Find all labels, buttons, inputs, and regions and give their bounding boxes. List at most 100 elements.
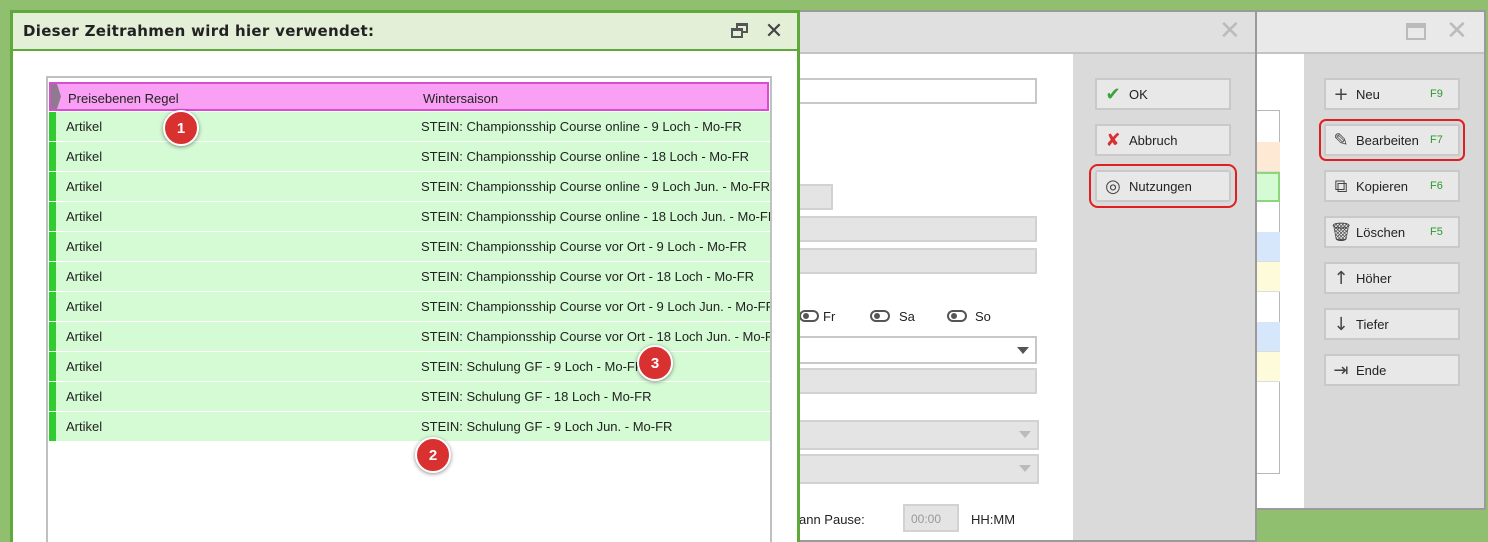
toggle-friday[interactable] (799, 310, 819, 322)
row-status-bar (49, 262, 56, 291)
shortcut-key: F9 (1430, 88, 1443, 100)
row-type-cell: Artikel (66, 179, 103, 194)
arrow-up-icon: ↑ (1333, 267, 1349, 289)
row-status-bar (49, 322, 56, 351)
day-label-saturday: Sa (899, 309, 915, 324)
row-type-cell: Artikel (66, 119, 103, 134)
row-type-cell: Artikel (66, 419, 103, 434)
row-type-cell: Artikel (66, 149, 103, 164)
table-row[interactable]: Artikel STEIN: Championsship Course vor O… (49, 292, 770, 322)
row-article-cell: STEIN: Schulung GF - 9 Loch Jun. - Mo-FR (421, 419, 673, 434)
articles-window-titlebar: ✕ (1250, 12, 1484, 54)
row-type-cell: Artikel (66, 299, 103, 314)
dropdown-select[interactable] (795, 336, 1037, 364)
row-status-bar (49, 172, 56, 201)
target-icon: ◎ (1105, 175, 1121, 197)
close-icon[interactable]: ✕ (1219, 16, 1241, 46)
row-article-cell: STEIN: Championsship Course online - 18 … (421, 209, 770, 224)
day-label-sunday: So (975, 309, 991, 324)
move-up-button[interactable]: ↑ Höher (1324, 262, 1460, 294)
row-type-cell: Artikel (66, 359, 103, 374)
row-article-cell: STEIN: Championsship Course online - 18 … (421, 149, 750, 164)
checkmark-icon: ✔ (1105, 83, 1121, 105)
new-button-label: Neu (1356, 86, 1380, 102)
ok-button[interactable]: ✔ OK (1095, 78, 1231, 110)
pause-unit-label: HH:MM (971, 512, 1016, 527)
chevron-down-icon (1019, 431, 1031, 438)
table-row[interactable]: Artikel STEIN: Championsship Course onlin… (49, 142, 770, 172)
row-status-bar (49, 382, 56, 411)
table-row[interactable]: Artikel STEIN: Schulung GF - 18 Loch - Mo… (49, 382, 770, 412)
table-row[interactable]: Artikel STEIN: Championsship Course onlin… (49, 112, 770, 142)
shortcut-key: F5 (1430, 226, 1443, 238)
restore-window-icon[interactable] (723, 15, 757, 47)
row-status-bar (49, 412, 56, 441)
trash-icon: 🗑 (1329, 221, 1353, 243)
move-down-button-label: Tiefer (1356, 316, 1389, 332)
text-field[interactable] (795, 216, 1037, 242)
dialog-title: Dieser Zeitrahmen wird hier verwendet: (23, 22, 375, 40)
row-article-cell: STEIN: Championsship Course vor Ort - 18… (421, 329, 770, 344)
row-status-bar (49, 202, 56, 231)
annotation-badge-3: 3 (637, 345, 673, 381)
exit-button[interactable]: ⇥ Ende (1324, 354, 1460, 386)
row-marker-icon (51, 84, 61, 109)
copy-button[interactable]: ⧉ Kopieren F6 (1324, 170, 1460, 202)
table-row[interactable]: Artikel STEIN: Championsship Course onlin… (49, 202, 770, 232)
usages-dialog-titlebar: Dieser Zeitrahmen wird hier verwendet: ✕ (13, 13, 797, 51)
usages-table: Preisebenen Regel Wintersaison Artikel ST… (46, 76, 772, 542)
row-article-cell: STEIN: Schulung GF - 18 Loch - Mo-FR (421, 389, 652, 404)
edit-button-label: Bearbeiten (1356, 132, 1419, 148)
pencil-icon: ✎ (1333, 129, 1349, 151)
row-article-cell: STEIN: Championsship Course vor Ort - 9 … (421, 239, 747, 254)
annotation-badge-1: 1 (163, 110, 199, 146)
day-label-friday: Fr (823, 309, 836, 324)
form-window-titlebar: ✕ (795, 12, 1255, 54)
pause-label: ann Pause: (799, 512, 865, 527)
usages-dialog: Dieser Zeitrahmen wird hier verwendet: ✕… (10, 10, 800, 542)
chevron-down-icon (1017, 347, 1029, 354)
row-status-bar (49, 352, 56, 381)
articles-button-panel: + Neu F9 ✎ Bearbeiten F7 ⧉ Kopieren F6 🗑… (1304, 54, 1484, 508)
form-button-panel: ✔ OK ✘ Abbruch ◎ Nutzungen (1073, 54, 1255, 540)
cross-icon: ✘ (1105, 129, 1121, 151)
short-field[interactable] (795, 184, 833, 210)
cancel-button-label: Abbruch (1129, 132, 1178, 148)
move-down-button[interactable]: ↓ Tiefer (1324, 308, 1460, 340)
table-row[interactable]: Artikel STEIN: Schulung GF - 9 Loch Jun. … (49, 412, 770, 442)
toggle-sunday[interactable] (947, 310, 967, 322)
row-status-bar (49, 292, 56, 321)
row-type-cell: Artikel (66, 329, 103, 344)
maximize-icon[interactable] (1406, 23, 1426, 40)
delete-button[interactable]: 🗑 Löschen F5 (1324, 216, 1460, 248)
row-status-bar (49, 112, 56, 141)
text-field[interactable] (795, 368, 1037, 394)
table-row[interactable]: Artikel STEIN: Championsship Course vor O… (49, 232, 770, 262)
move-up-button-label: Höher (1356, 270, 1392, 286)
exit-button-label: Ende (1356, 362, 1387, 378)
annotation-badge-2: 2 (415, 437, 451, 473)
new-button[interactable]: + Neu F9 (1324, 78, 1460, 110)
name-field[interactable] (795, 78, 1037, 104)
pause-input[interactable]: 00:00 (903, 504, 959, 532)
toggle-saturday[interactable] (870, 310, 890, 322)
table-group-header[interactable]: Preisebenen Regel Wintersaison (49, 82, 769, 111)
row-type-cell: Artikel (66, 209, 103, 224)
table-row[interactable]: Artikel STEIN: Championsship Course onlin… (49, 172, 770, 202)
cancel-button[interactable]: ✘ Abbruch (1095, 124, 1231, 156)
text-field[interactable] (795, 248, 1037, 274)
table-row[interactable]: Artikel STEIN: Championsship Course vor O… (49, 262, 770, 292)
dropdown-select-disabled[interactable] (795, 454, 1039, 484)
row-status-bar (49, 142, 56, 171)
row-article-cell: STEIN: Championsship Course online - 9 L… (421, 119, 742, 134)
articles-list[interactable] (1250, 54, 1304, 508)
ok-button-label: OK (1129, 86, 1148, 102)
close-icon[interactable]: ✕ (757, 15, 791, 47)
edit-button[interactable]: ✎ Bearbeiten F7 (1319, 119, 1465, 161)
close-icon[interactable]: ✕ (1446, 16, 1468, 46)
chevron-down-icon (1019, 465, 1031, 472)
dropdown-select-disabled[interactable] (795, 420, 1039, 450)
row-status-bar (49, 232, 56, 261)
usages-button[interactable]: ◎ Nutzungen (1089, 164, 1237, 208)
row-type-cell: Artikel (66, 389, 103, 404)
